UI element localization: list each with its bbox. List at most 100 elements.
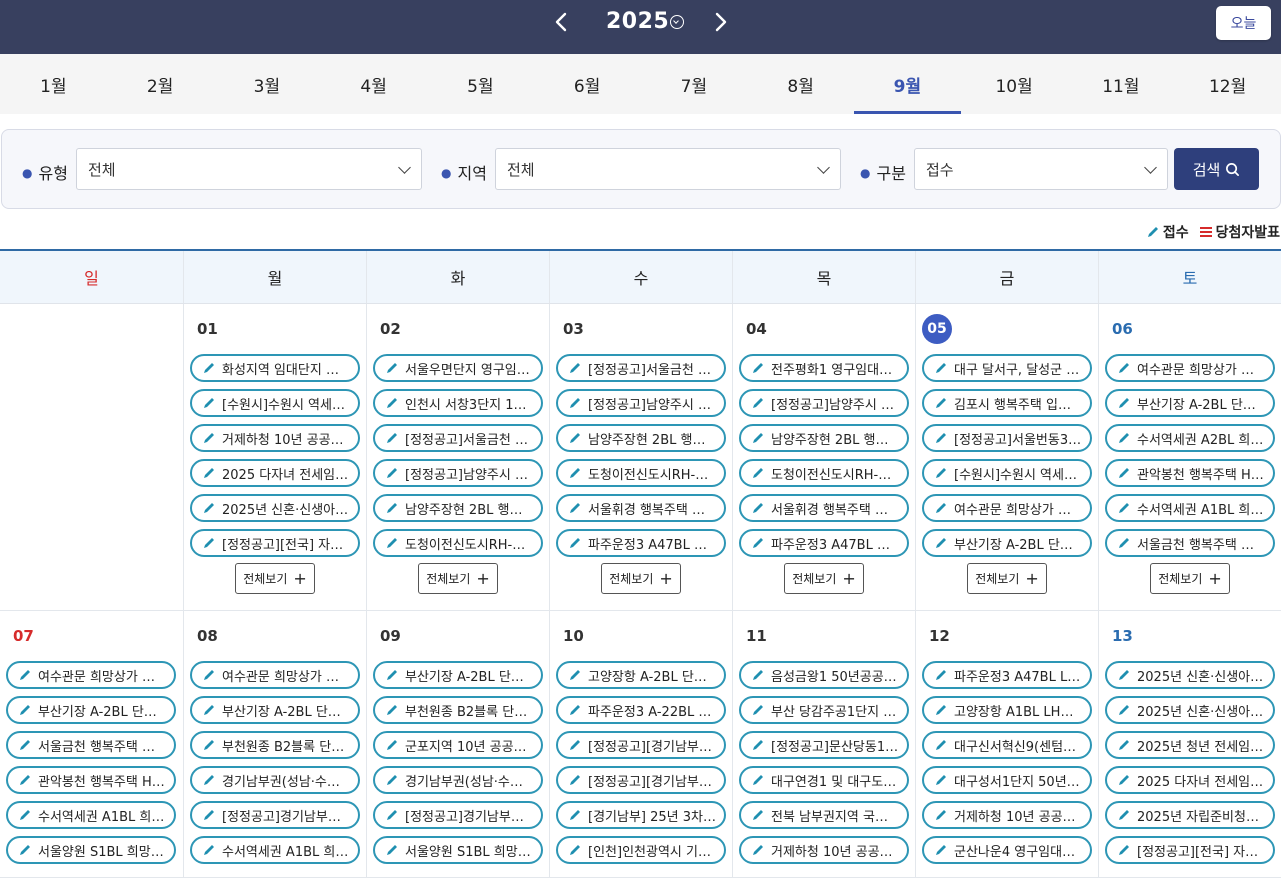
- search-button[interactable]: 검색: [1174, 148, 1259, 190]
- event-pill[interactable]: [정정공고][전국] 자립...: [190, 529, 360, 557]
- event-pill[interactable]: 화성지역 임대단지 관리...: [190, 354, 360, 382]
- event-pill[interactable]: 여수관문 희망상가 입점...: [922, 494, 1092, 522]
- event-pill[interactable]: 김포시 행복주택 입주자...: [922, 389, 1092, 417]
- event-pill[interactable]: [정정공고][전국] 자립...: [1105, 836, 1275, 864]
- event-pill[interactable]: [정정공고]경기남부권(...: [373, 801, 543, 829]
- event-pill[interactable]: [수원시]수원시 역세권 ...: [922, 459, 1092, 487]
- event-pill[interactable]: 부산기장 A-2BL 단지...: [6, 696, 176, 724]
- view-all-button[interactable]: 전체보기 +: [418, 563, 498, 594]
- event-pill[interactable]: 인천시 서창3단지 10년...: [373, 389, 543, 417]
- today-button[interactable]: 오늘: [1216, 6, 1271, 40]
- event-pill[interactable]: [정정공고]남양주시 행...: [373, 459, 543, 487]
- event-pill[interactable]: [정정공고]서울번동3 ...: [922, 424, 1092, 452]
- tab-month-11[interactable]: 11월: [1068, 54, 1175, 114]
- event-pill[interactable]: [정정공고][경기남부] 2...: [556, 766, 726, 794]
- event-pill[interactable]: 남양주장현 2BL 행복주...: [373, 494, 543, 522]
- event-pill[interactable]: 파주운정3 A-22BL 단...: [556, 696, 726, 724]
- event-pill[interactable]: 2025 다자녀 전세임대 ...: [190, 459, 360, 487]
- event-pill[interactable]: 대구신서혁신9(센텀힐...: [922, 731, 1092, 759]
- view-all-button[interactable]: 전체보기 +: [784, 563, 864, 594]
- event-pill[interactable]: 서울휘경 행복주택 예비...: [739, 494, 909, 522]
- event-pill[interactable]: 파주운정3 A47BL LH...: [922, 661, 1092, 689]
- tab-month-2[interactable]: 2월: [107, 54, 214, 114]
- event-pill[interactable]: 남양주장현 2BL 행복주...: [556, 424, 726, 452]
- event-pill[interactable]: 수서역세권 A1BL 희망...: [190, 836, 360, 864]
- view-all-button[interactable]: 전체보기 +: [235, 563, 315, 594]
- event-pill[interactable]: 부산 당감주공1단지 50...: [739, 696, 909, 724]
- event-pill[interactable]: 관악봉천 행복주택 H-1,...: [6, 766, 176, 794]
- event-pill[interactable]: 2025년 신혼·신생아 전...: [190, 494, 360, 522]
- event-pill[interactable]: [정정공고]남양주시 행...: [556, 389, 726, 417]
- view-all-button[interactable]: 전체보기 +: [967, 563, 1047, 594]
- event-pill[interactable]: [정정공고]남양주시 행...: [739, 389, 909, 417]
- event-pill[interactable]: 2025년 자립준비청년(...: [1105, 801, 1275, 829]
- event-pill[interactable]: 부산기장 A-2BL 단지...: [1105, 389, 1275, 417]
- event-pill[interactable]: 고양장항 A1BL LH희망...: [922, 696, 1092, 724]
- tab-month-10[interactable]: 10월: [961, 54, 1068, 114]
- event-pill[interactable]: 군산나운4 영구임대주...: [922, 836, 1092, 864]
- chevron-right-icon[interactable]: [710, 12, 730, 32]
- event-pill[interactable]: 여수관문 희망상가 입점...: [1105, 354, 1275, 382]
- event-pill[interactable]: 서울우면단지 영구임대...: [373, 354, 543, 382]
- event-pill[interactable]: [수원시]수원시 역세권 ...: [190, 389, 360, 417]
- event-pill[interactable]: [정정공고]문산당동1단...: [739, 731, 909, 759]
- event-pill[interactable]: 음성금왕1 50년공공임...: [739, 661, 909, 689]
- tab-month-1[interactable]: 1월: [0, 54, 107, 114]
- event-pill[interactable]: 대구성서1단지 50년공...: [922, 766, 1092, 794]
- event-pill[interactable]: 부천원종 B2블록 단지 ...: [373, 696, 543, 724]
- tab-month-4[interactable]: 4월: [320, 54, 427, 114]
- event-pill[interactable]: 관악봉천 행복주택 H-1,...: [1105, 459, 1275, 487]
- type-select[interactable]: 전체: [76, 148, 422, 190]
- event-pill[interactable]: 부산기장 A-2BL 단지...: [190, 696, 360, 724]
- event-pill[interactable]: 부산기장 A-2BL 단지...: [373, 661, 543, 689]
- event-pill[interactable]: [정정공고]경기남부권(...: [190, 801, 360, 829]
- event-pill[interactable]: 부산기장 A-2BL 단지...: [922, 529, 1092, 557]
- event-pill[interactable]: 경기남부권(성남·수원·...: [373, 766, 543, 794]
- event-pill[interactable]: 부천원종 B2블록 단지 ...: [190, 731, 360, 759]
- tab-month-8[interactable]: 8월: [747, 54, 854, 114]
- event-pill[interactable]: 2025년 신혼·신생아 전...: [1105, 661, 1275, 689]
- event-pill[interactable]: 도청이전신도시RH-10...: [373, 529, 543, 557]
- event-pill[interactable]: 수서역세권 A1BL 희망...: [1105, 494, 1275, 522]
- event-pill[interactable]: 수서역세권 A2BL 희망...: [1105, 424, 1275, 452]
- event-pill[interactable]: 전주평화1 영구임대상...: [739, 354, 909, 382]
- chevron-left-icon[interactable]: [552, 12, 572, 32]
- event-pill[interactable]: 군포지역 10년 공공임...: [373, 731, 543, 759]
- tab-month-6[interactable]: 6월: [534, 54, 641, 114]
- event-pill[interactable]: 거제하청 10년 공공임...: [922, 801, 1092, 829]
- event-pill[interactable]: 거제하청 10년 공공임...: [739, 836, 909, 864]
- event-pill[interactable]: 2025 다자녀 전세임대 ...: [1105, 766, 1275, 794]
- event-pill[interactable]: [경기남부] 25년 3차 ...: [556, 801, 726, 829]
- event-pill[interactable]: 서울양원 S1BL 희망상...: [6, 836, 176, 864]
- tab-month-3[interactable]: 3월: [214, 54, 321, 114]
- tab-month-5[interactable]: 5월: [427, 54, 534, 114]
- event-pill[interactable]: [정정공고][경기남부] 2...: [556, 731, 726, 759]
- event-pill[interactable]: 도청이전신도시RH-10...: [556, 459, 726, 487]
- view-all-button[interactable]: 전체보기 +: [601, 563, 681, 594]
- event-pill[interactable]: 파주운정3 A47BL 행...: [739, 529, 909, 557]
- event-pill[interactable]: [인천]인천광역시 기존...: [556, 836, 726, 864]
- view-all-button[interactable]: 전체보기 +: [1150, 563, 1230, 594]
- event-pill[interactable]: 수서역세권 A1BL 희망...: [6, 801, 176, 829]
- tab-month-7[interactable]: 7월: [641, 54, 748, 114]
- year-dropdown-icon[interactable]: [670, 15, 684, 29]
- event-pill[interactable]: 여수관문 희망상가 입점...: [6, 661, 176, 689]
- category-select[interactable]: 접수: [914, 148, 1168, 190]
- event-pill[interactable]: 전북 남부권지역 국민임...: [739, 801, 909, 829]
- event-pill[interactable]: 경기남부권(성남·수원·...: [190, 766, 360, 794]
- event-pill[interactable]: 남양주장현 2BL 행복주...: [739, 424, 909, 452]
- event-pill[interactable]: 대구 달서구, 달성군 비...: [922, 354, 1092, 382]
- event-pill[interactable]: 도청이전신도시RH-10...: [739, 459, 909, 487]
- event-pill[interactable]: 여수관문 희망상가 입점...: [190, 661, 360, 689]
- event-pill[interactable]: [정정공고]서울금천 행...: [373, 424, 543, 452]
- event-pill[interactable]: 서울금천 행복주택 희망...: [6, 731, 176, 759]
- region-select[interactable]: 전체: [495, 148, 841, 190]
- tab-month-9[interactable]: 9월: [854, 54, 961, 114]
- event-pill[interactable]: 서울휘경 행복주택 예비...: [556, 494, 726, 522]
- event-pill[interactable]: [정정공고]서울금천 행...: [556, 354, 726, 382]
- tab-month-12[interactable]: 12월: [1174, 54, 1281, 114]
- event-pill[interactable]: 대구연경1 및 대구도남 ...: [739, 766, 909, 794]
- event-pill[interactable]: 2025년 신혼·신생아 전...: [1105, 696, 1275, 724]
- event-pill[interactable]: 서울금천 행복주택 희망...: [1105, 529, 1275, 557]
- event-pill[interactable]: 2025년 청년 전세임대 ...: [1105, 731, 1275, 759]
